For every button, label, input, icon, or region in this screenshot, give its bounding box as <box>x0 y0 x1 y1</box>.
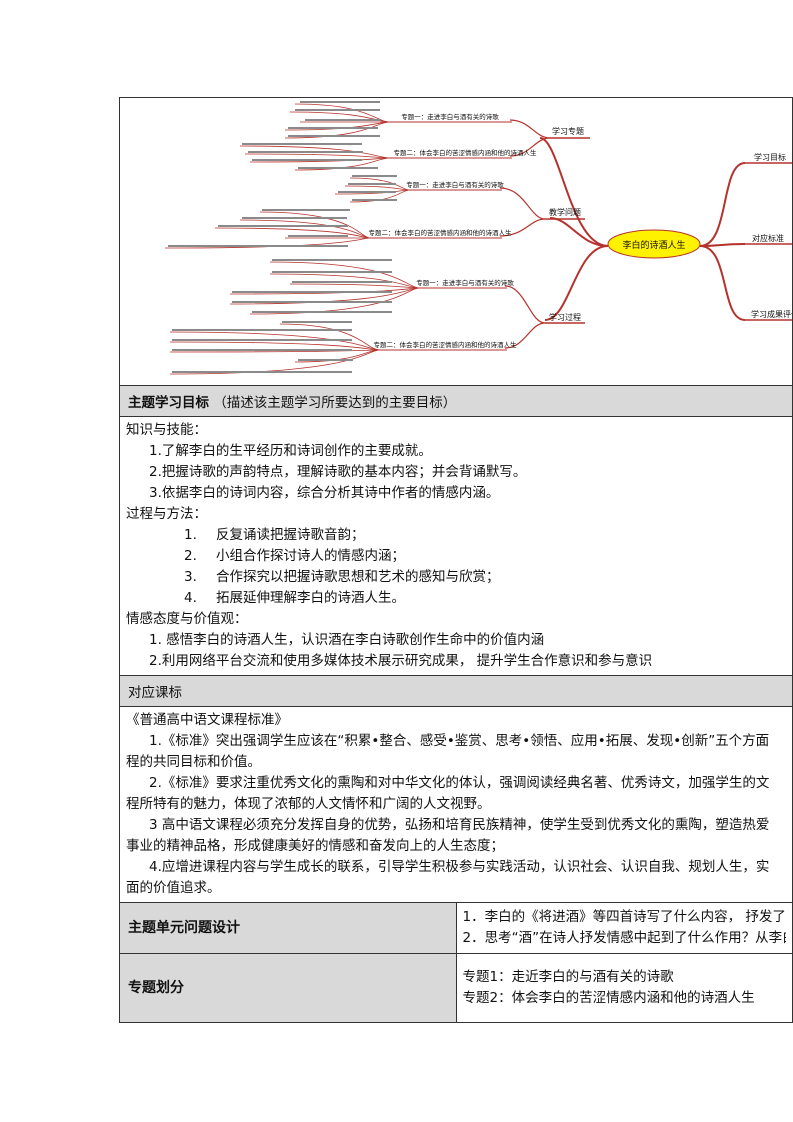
emotion-item: 1. 感悟李白的诗酒人生，认识酒在李白诗歌创作生命中的价值内涵 <box>149 632 545 648</box>
questions-label: 主题单元问题设计 <box>119 902 457 954</box>
mindmap-branch-label: 学习过程 <box>549 312 581 322</box>
standards-item-line: 1.《标准》突出强调学生应该在“积累•整合、感受•鉴赏、思考•领悟、应用•拓展、… <box>149 733 770 749</box>
mindmap-sub-label: 专题一：走进李白与酒有关的诗歌 <box>406 180 504 189</box>
mindmap: 李白的诗酒人生 学习专题 教学问题 学习过程 专题一：走进李白与酒有关的诗歌 专… <box>120 98 792 385</box>
emotion-item: 2.利用网络平台交流和使用多媒体技术展示研究成果， 提升学生合作意识和参与意识 <box>149 653 653 669</box>
knowledge-item: 2.把握诗歌的声韵特点，理解诗歌的基本内容；并会背诵默写。 <box>149 464 527 480</box>
mindmap-svg: 李白的诗酒人生 学习专题 教学问题 学习过程 专题一：走进李白与酒有关的诗歌 专… <box>164 101 792 375</box>
mindmap-branch-label: 对应标准 <box>752 233 784 243</box>
questions-cell: 1．李白的《将进酒》等四首诗写了什么内容， 抒发了什么情感？ 2．思考“酒”在诗… <box>455 902 793 954</box>
question-item: 2．思考“酒”在诗人抒发情感中起到了什么作用？从李白的诗酒人生中看到一个怎样的李… <box>462 930 787 946</box>
standards-item-line: 面的价值追求。 <box>126 880 221 896</box>
standards-item-line: 2.《标准》要求注重优秀文化的熏陶和对中华文化的体认，强调阅读经典名著、优秀诗文… <box>149 775 770 791</box>
goals-body: 知识与技能： 1.了解李白的生平经历和诗词创作的主要成就。 2.把握诗歌的声韵特… <box>119 416 793 676</box>
standards-item-line: 程的共同目标和价值。 <box>126 754 261 770</box>
goals-header-note: （描述该主题学习所要达到的主要目标） <box>213 395 457 411</box>
mindmap-branch-label: 学习成果评价 <box>751 309 792 319</box>
mindmap-sub-label: 专题二：体会李白的苦涩情感内涵和他的诗酒人生 <box>374 340 518 349</box>
document-page: 李白的诗酒人生 学习专题 教学问题 学习过程 专题一：走进李白与酒有关的诗歌 专… <box>119 97 793 1023</box>
mindmap-sub-label: 专题一：走进李白与酒有关的诗歌 <box>416 278 514 287</box>
process-title: 过程与方法： <box>126 506 207 522</box>
knowledge-item: 3.依据李白的诗词内容，综合分析其诗中作者的情感内涵。 <box>149 485 500 501</box>
mindmap-cell: 李白的诗酒人生 学习专题 教学问题 学习过程 专题一：走进李白与酒有关的诗歌 专… <box>119 97 793 386</box>
standards-item-line: 事业的精神品格，形成健康美好的情感和奋发向上的人生态度； <box>126 838 504 854</box>
topics-label: 专题划分 <box>119 953 457 1023</box>
mindmap-center-label: 李白的诗酒人生 <box>622 239 685 251</box>
topics-cell: 专题1：走近李白的与酒有关的诗歌 专题2：体会李白的苦涩情感内涵和他的诗酒人生 <box>455 953 793 1023</box>
knowledge-title: 知识与技能： <box>126 422 207 438</box>
topic-item: 专题1：走近李白的与酒有关的诗歌 <box>462 969 674 985</box>
standards-item-line: 3 高中语文课程必须充分发挥自身的优势，弘扬和培育民族精神，使学生受到优秀文化的… <box>149 817 770 833</box>
standards-header: 对应课标 <box>119 675 793 707</box>
standards-body: 《普通高中语文课程标准》 1.《标准》突出强调学生应该在“积累•整合、感受•鉴赏… <box>119 706 793 903</box>
process-item: 3. 合作探究以把握诗歌思想和艺术的感知与欣赏； <box>184 569 500 585</box>
plan-table: 李白的诗酒人生 学习专题 教学问题 学习过程 专题一：走进李白与酒有关的诗歌 专… <box>119 97 793 1023</box>
standards-book: 《普通高中语文课程标准》 <box>126 712 288 728</box>
process-item: 2. 小组合作探讨诗人的情感内涵； <box>184 548 405 564</box>
standards-item-line: 程所特有的魅力，体现了浓郁的人文情怀和广阔的人文视野。 <box>126 796 491 812</box>
standards-item-line: 4.应增进课程内容与学生成长的联系，引导学生积极参与实践活动，认识社会、认识自我… <box>149 859 770 875</box>
mindmap-sub-label: 专题二：体会李白的苦涩情感内涵和他的诗酒人生 <box>394 148 538 157</box>
standards-header-title: 对应课标 <box>128 685 182 701</box>
knowledge-item: 1.了解李白的生平经历和诗词创作的主要成就。 <box>149 443 432 459</box>
goals-header: 主题学习目标 （描述该主题学习所要达到的主要目标） <box>119 385 793 417</box>
process-item: 1. 反复诵读把握诗歌音韵； <box>184 527 365 543</box>
mindmap-sub-label: 专题二：体会李白的苦涩情感内涵和他的诗酒人生 <box>369 228 513 237</box>
mindmap-branch-label: 学习专题 <box>552 126 584 136</box>
goals-header-title: 主题学习目标 <box>128 395 209 411</box>
process-item: 4. 拓展延伸理解李白的诗酒人生。 <box>184 590 405 606</box>
emotion-title: 情感态度与价值观： <box>126 611 248 627</box>
question-item: 1．李白的《将进酒》等四首诗写了什么内容， 抒发了什么情感？ <box>462 909 787 925</box>
mindmap-sub-label: 专题一：走进李白与酒有关的诗歌 <box>401 112 499 121</box>
topic-item: 专题2：体会李白的苦涩情感内涵和他的诗酒人生 <box>462 990 755 1006</box>
mindmap-branch-label: 学习目标 <box>754 152 786 162</box>
mindmap-branch-label: 教学问题 <box>549 207 581 217</box>
